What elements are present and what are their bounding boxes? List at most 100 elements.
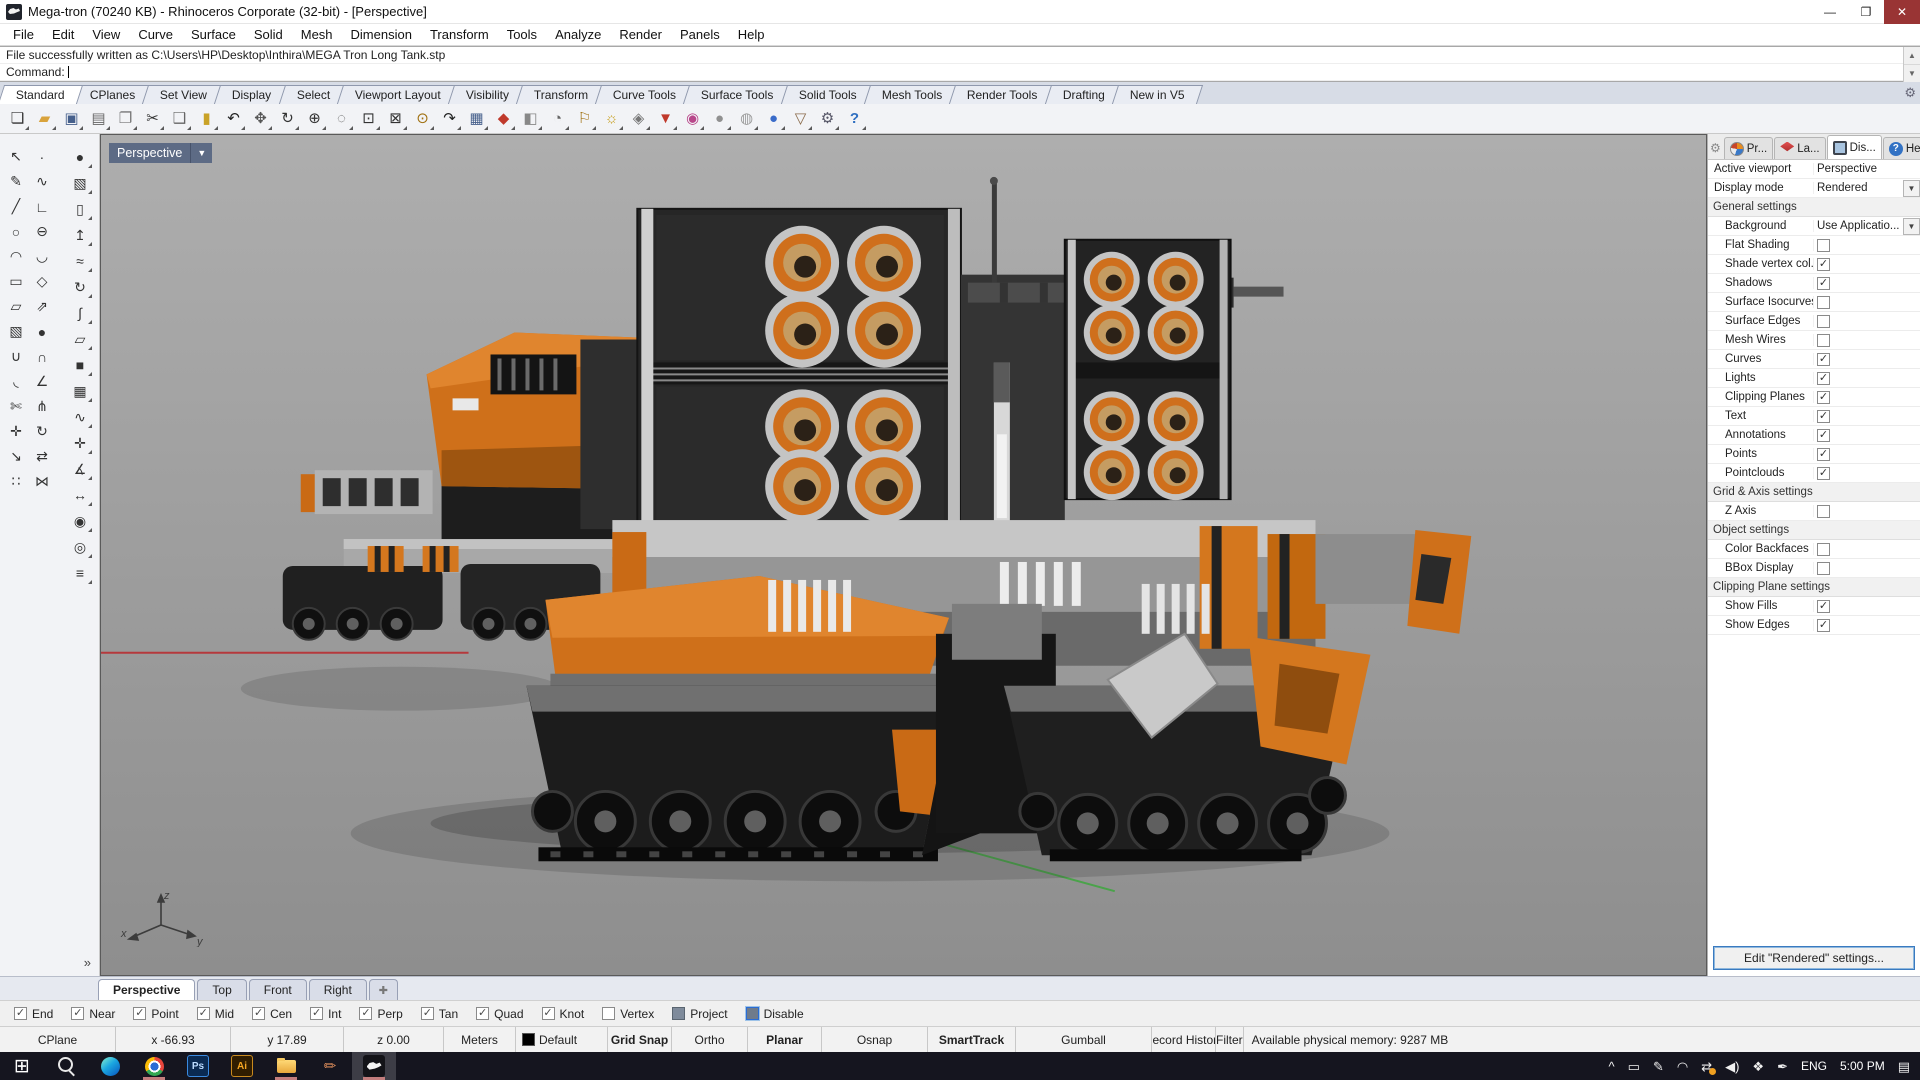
command-input-line[interactable]: Command: [0,64,1920,81]
panel-row[interactable]: Shadows ▼ [1708,274,1920,293]
record-history-toggle[interactable]: Record History [1152,1027,1216,1052]
scroll-up-icon[interactable]: ▲ [1904,47,1920,65]
viewport-layout-icon[interactable]: ▦ [463,106,490,132]
layers-icon[interactable]: ▼ [652,106,679,132]
menu-surface[interactable]: Surface [182,24,245,46]
panel-row[interactable]: Surface Isocurves ▼ [1708,293,1920,312]
paste-icon[interactable]: ▮ [193,106,220,132]
perspective-viewport[interactable]: Perspective ▼ z x y [100,134,1707,976]
pencil-app[interactable] [308,1052,352,1080]
panel-row[interactable]: Shade vertex col... ▼ [1708,255,1920,274]
panel-row[interactable]: Object settings ▼ [1708,521,1920,540]
panel-tab-layers[interactable]: La... [1774,137,1826,159]
panel-row[interactable]: Lights ▼ [1708,369,1920,388]
vtab-front[interactable]: Front [248,979,307,1000]
x-coordinate[interactable]: x -66.93 [116,1027,231,1052]
tab-standard[interactable]: Standard [0,85,83,104]
memory-status[interactable]: Available physical memory: 9287 MB [1244,1027,1920,1052]
checkbox[interactable] [1817,295,1830,309]
checkbox[interactable] [1817,390,1830,404]
menu-transform[interactable]: Transform [421,24,498,46]
surface-plane-icon[interactable]: ▱ [3,294,29,319]
mega-tron-model[interactable] [101,135,1706,975]
osnap-project[interactable]: Project [672,1007,728,1021]
extrude-flyout-icon[interactable]: ↥ [66,222,94,248]
fillet-icon[interactable]: ◟ [3,369,29,394]
open-file-icon[interactable]: ▰ [31,106,58,132]
tab-display[interactable]: Display [214,85,290,104]
transform-tools-icon[interactable]: ✛ [66,430,94,456]
panel-row[interactable]: Active viewport Perspective ▼ [1708,160,1920,179]
tab-new-in-v5[interactable]: New in V5 [1111,85,1203,104]
rhino-app[interactable] [352,1052,396,1080]
zoom-extents-icon[interactable]: ⊠ [382,106,409,132]
language-indicator[interactable]: ENG [1801,1059,1827,1073]
ellipse-icon[interactable]: ⊖ [29,219,55,244]
maximize-button[interactable]: ❐ [1848,0,1884,24]
osnap-quad[interactable]: Quad [476,1007,524,1021]
pen-settings-icon[interactable]: ✎ [1653,1060,1664,1073]
save-icon[interactable]: ▣ [58,106,85,132]
planar-toggle[interactable]: Planar [748,1027,822,1052]
panel-row[interactable]: Color Backfaces ▼ [1708,540,1920,559]
rotate-icon[interactable]: ↻ [29,419,55,444]
osnap-checkbox[interactable] [133,1007,147,1020]
checkbox[interactable] [1817,447,1830,461]
zoom-in-icon[interactable]: ⊕ [301,106,328,132]
photoshop-app[interactable]: Ps [176,1052,220,1080]
trim-icon[interactable]: ✄ [3,394,29,419]
osnap-checkbox[interactable] [252,1007,266,1020]
menu-curve[interactable]: Curve [129,24,182,46]
osnap-tan[interactable]: Tan [420,1007,458,1021]
menu-panels[interactable]: Panels [671,24,729,46]
start-button[interactable] [0,1052,44,1080]
dimension-tools-icon[interactable]: ↔ [66,482,94,508]
menu-mesh[interactable]: Mesh [292,24,342,46]
osnap-knot[interactable]: Knot [541,1007,584,1021]
help-icon[interactable]: ? [841,106,868,132]
boolean-intersect-icon[interactable]: ∩ [29,344,55,369]
tab-render-tools[interactable]: Render Tools [948,85,1056,104]
ghosted-display-icon[interactable]: ◍ [733,106,760,132]
panel-tab-properties[interactable]: Pr... [1723,137,1774,159]
checkbox[interactable] [1817,428,1830,442]
osnap-checkbox[interactable] [359,1007,373,1020]
array-icon[interactable]: ∷ [3,469,29,494]
osnap-checkbox[interactable] [310,1007,324,1020]
tab-curve-tools[interactable]: Curve Tools [595,85,695,104]
osnap-int[interactable]: Int [310,1007,341,1021]
osnap-perp[interactable]: Perp [359,1007,403,1021]
vtab-right[interactable]: Right [308,979,367,1000]
checkbox[interactable] [1817,561,1830,575]
render-tools-icon[interactable]: ◉ [66,508,94,534]
move-icon[interactable]: ✛ [3,419,29,444]
set-view-icon[interactable]: ◔ [544,106,571,132]
sweep-flyout-icon[interactable]: ∫ [66,300,94,326]
menu-analyze[interactable]: Analyze [546,24,610,46]
options-gear-icon[interactable]: ⚙ [814,106,841,132]
panel-row[interactable]: Flat Shading ▼ [1708,236,1920,255]
scroll-down-icon[interactable]: ▼ [1904,65,1920,83]
vtab-top[interactable]: Top [197,979,247,1000]
osnap-end[interactable]: End [14,1007,53,1021]
checkbox[interactable] [1817,504,1830,518]
panel-tab-help[interactable]: Help [1882,137,1920,159]
mirror-icon[interactable]: ⇄ [29,444,55,469]
osnap-point[interactable]: Point [133,1007,179,1021]
cast-icon[interactable]: ▭ [1628,1060,1640,1073]
tab-transform[interactable]: Transform [515,85,607,104]
analyze-tools-icon[interactable]: ∡ [66,456,94,482]
panel-row[interactable]: Mesh Wires ▼ [1708,331,1920,350]
pan-icon[interactable]: ✥ [247,106,274,132]
copy-icon[interactable]: ❑ [166,106,193,132]
checkbox[interactable] [1817,409,1830,423]
scale-icon[interactable]: ↘ [3,444,29,469]
wifi-icon[interactable]: ◠ [1677,1060,1688,1073]
action-center-icon[interactable]: ▤ [1898,1060,1910,1073]
vtab-add[interactable]: ✚ [368,979,398,1000]
grid-snap-toggle[interactable]: Grid Snap [608,1027,672,1052]
menu-tools[interactable]: Tools [498,24,546,46]
edit-rendered-settings-button[interactable]: Edit "Rendered" settings... [1713,946,1915,970]
viewport-title-dropdown[interactable]: Perspective ▼ [109,143,213,163]
panel-row[interactable]: General settings ▼ [1708,198,1920,217]
